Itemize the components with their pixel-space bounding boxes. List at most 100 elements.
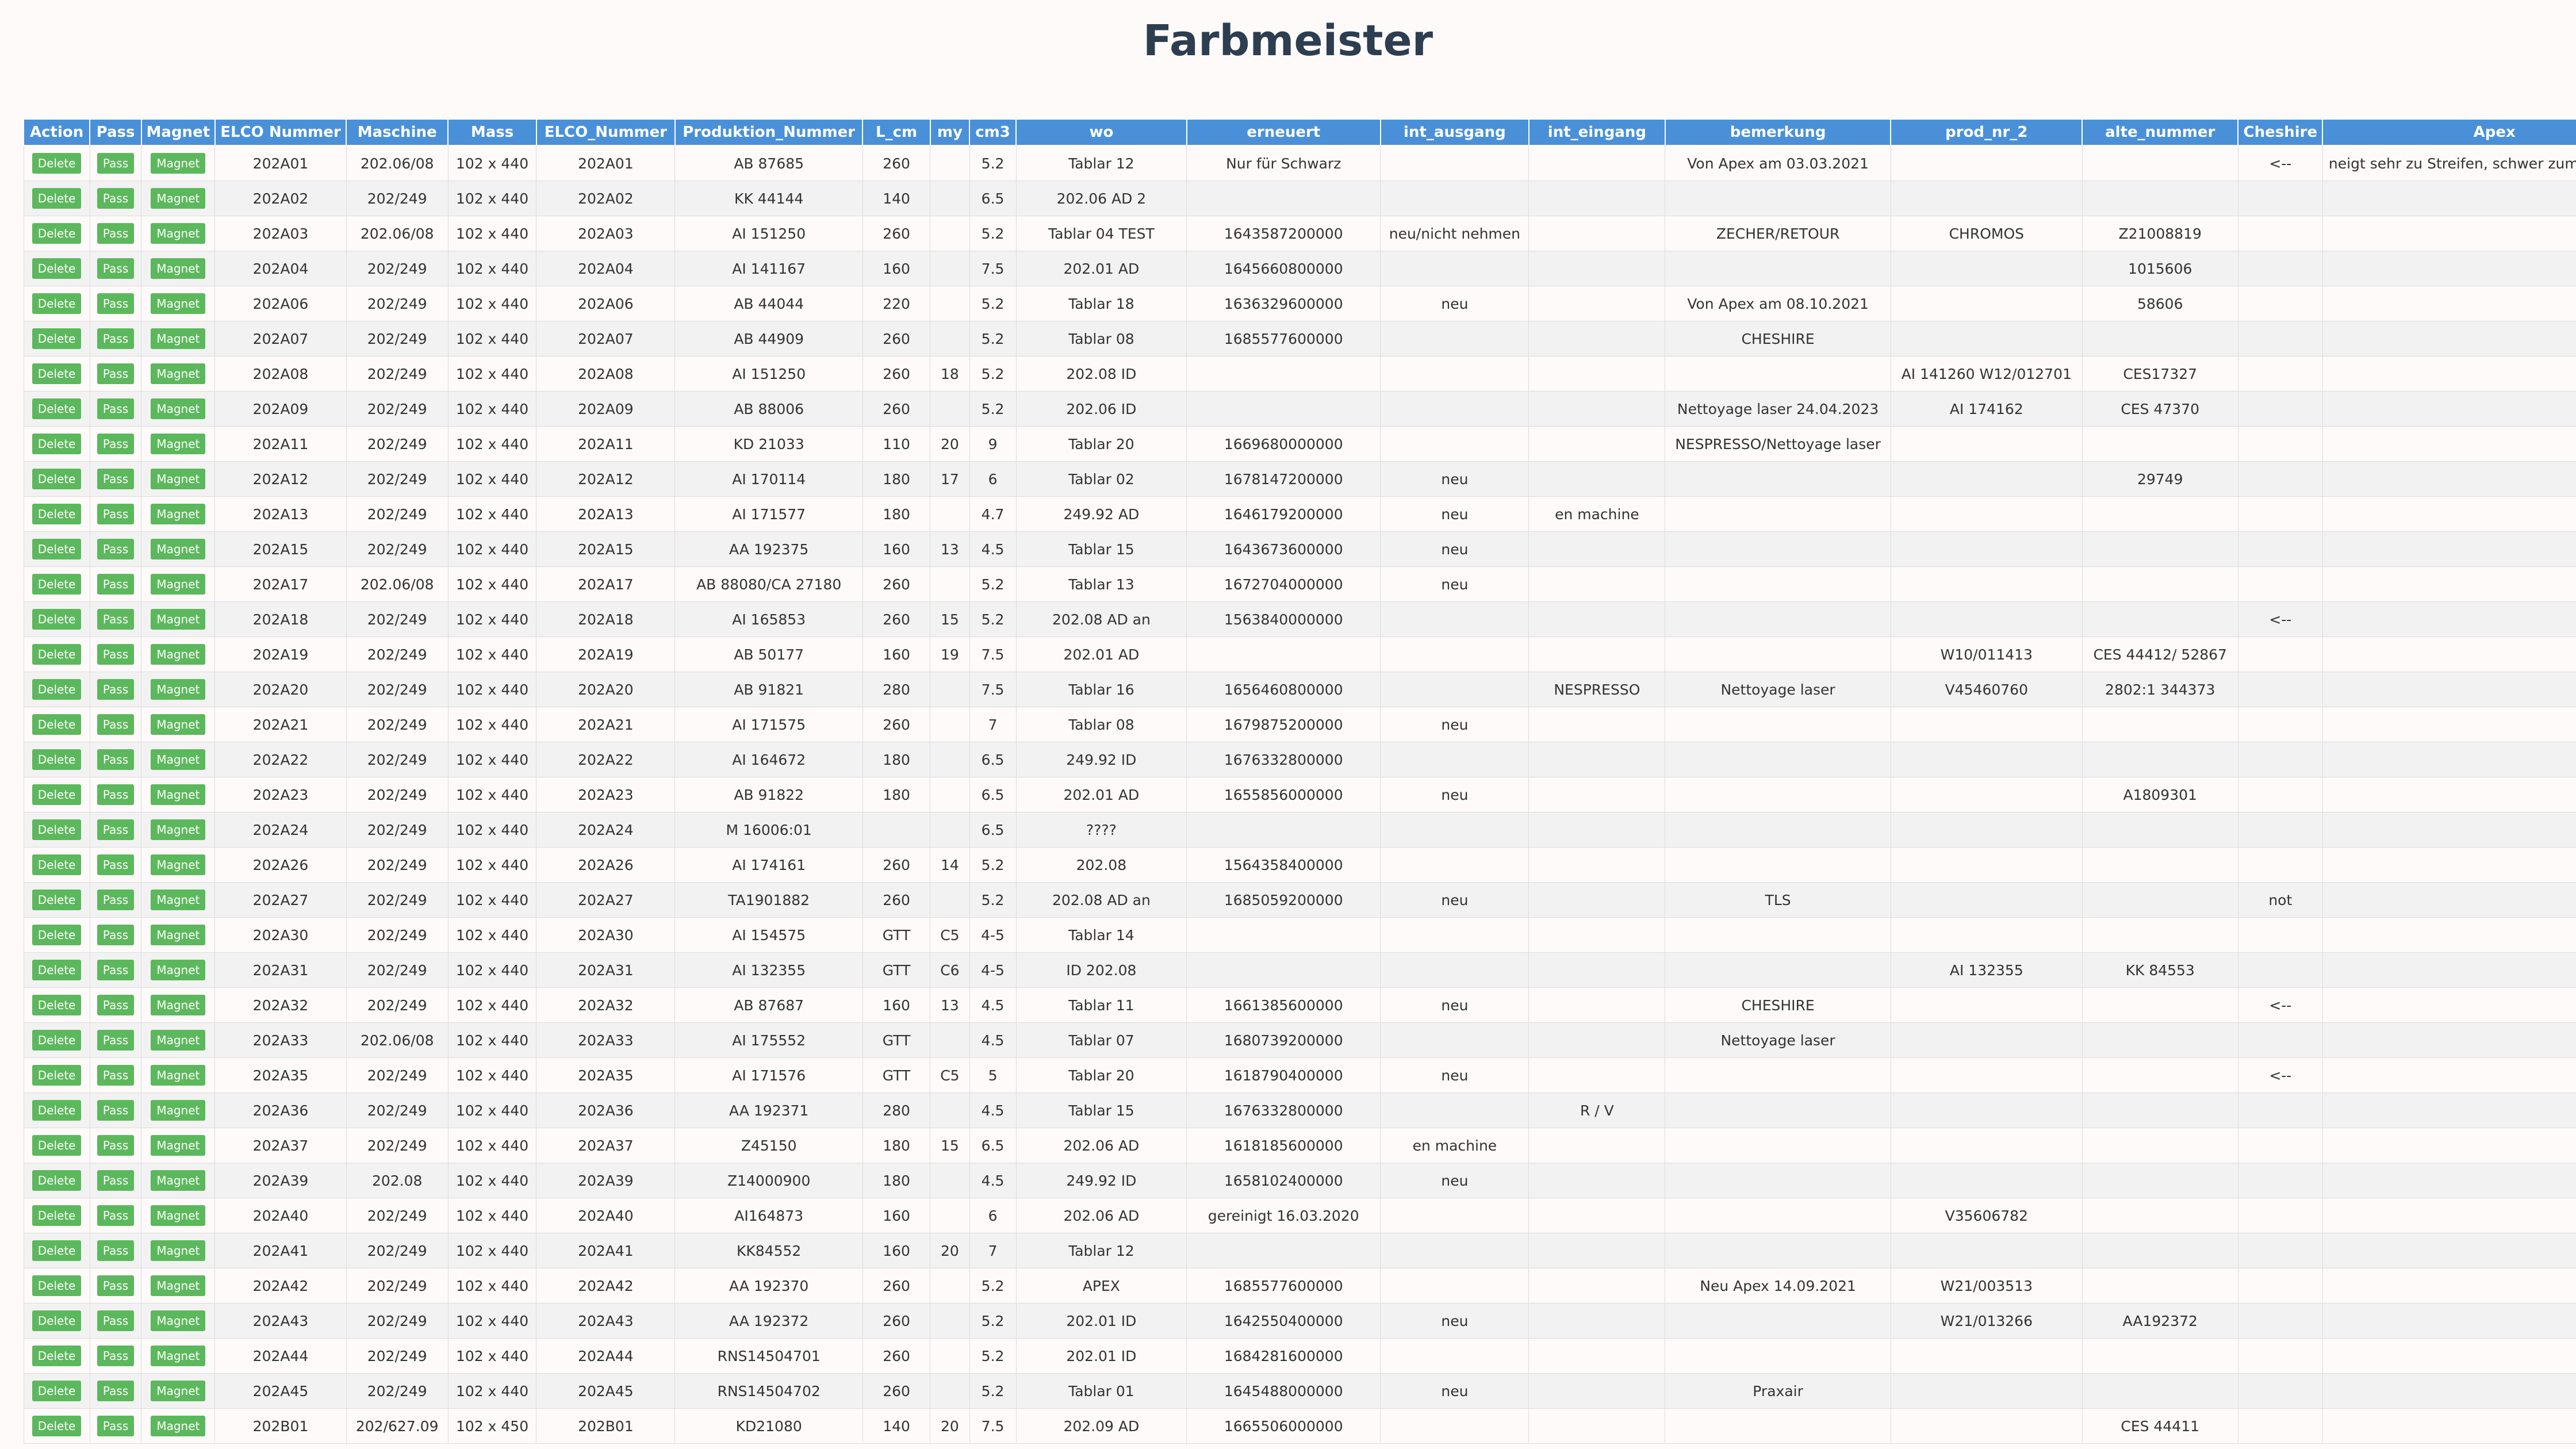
magnet-button[interactable]: Magnet <box>151 960 206 980</box>
delete-button[interactable]: Delete <box>32 784 82 805</box>
pass-button[interactable]: Pass <box>97 1065 135 1086</box>
magnet-button[interactable]: Magnet <box>151 363 206 384</box>
delete-button[interactable]: Delete <box>32 1135 82 1156</box>
pass-button[interactable]: Pass <box>97 539 135 559</box>
magnet-button[interactable]: Magnet <box>151 1310 206 1331</box>
column-header[interactable]: Apex <box>2322 118 2576 146</box>
magnet-button[interactable]: Magnet <box>151 714 206 735</box>
magnet-button[interactable]: Magnet <box>151 1416 206 1436</box>
delete-button[interactable]: Delete <box>32 1065 82 1086</box>
delete-button[interactable]: Delete <box>32 574 82 595</box>
magnet-button[interactable]: Magnet <box>151 398 206 419</box>
column-header[interactable]: int_ausgang <box>1379 118 1529 146</box>
pass-button[interactable]: Pass <box>97 1170 135 1191</box>
pass-button[interactable]: Pass <box>97 1310 135 1331</box>
delete-button[interactable]: Delete <box>32 1275 82 1296</box>
magnet-button[interactable]: Magnet <box>151 995 206 1015</box>
pass-button[interactable]: Pass <box>97 328 135 349</box>
pass-button[interactable]: Pass <box>97 574 135 595</box>
magnet-button[interactable]: Magnet <box>151 574 206 595</box>
delete-button[interactable]: Delete <box>32 539 82 559</box>
pass-button[interactable]: Pass <box>97 995 135 1015</box>
column-header[interactable]: Cheshire <box>2237 118 2324 146</box>
delete-button[interactable]: Delete <box>32 223 82 244</box>
column-header[interactable]: Pass <box>89 118 142 146</box>
pass-button[interactable]: Pass <box>97 714 135 735</box>
magnet-button[interactable]: Magnet <box>151 1205 206 1226</box>
column-header[interactable]: ELCO Nummer <box>214 118 347 146</box>
delete-button[interactable]: Delete <box>32 925 82 945</box>
magnet-button[interactable]: Magnet <box>151 504 206 524</box>
magnet-button[interactable]: Magnet <box>151 258 206 279</box>
delete-button[interactable]: Delete <box>32 644 82 665</box>
magnet-button[interactable]: Magnet <box>151 469 206 489</box>
column-header[interactable]: int_eingang <box>1528 118 1666 146</box>
delete-button[interactable]: Delete <box>32 328 82 349</box>
magnet-button[interactable]: Magnet <box>151 854 206 875</box>
magnet-button[interactable]: Magnet <box>151 223 206 244</box>
magnet-button[interactable]: Magnet <box>151 539 206 559</box>
delete-button[interactable]: Delete <box>32 1310 82 1331</box>
magnet-button[interactable]: Magnet <box>151 1346 206 1366</box>
pass-button[interactable]: Pass <box>97 1346 135 1366</box>
pass-button[interactable]: Pass <box>97 398 135 419</box>
delete-button[interactable]: Delete <box>32 714 82 735</box>
delete-button[interactable]: Delete <box>32 153 82 174</box>
pass-button[interactable]: Pass <box>97 1205 135 1226</box>
pass-button[interactable]: Pass <box>97 609 135 630</box>
delete-button[interactable]: Delete <box>32 1100 82 1121</box>
pass-button[interactable]: Pass <box>97 469 135 489</box>
delete-button[interactable]: Delete <box>32 854 82 875</box>
pass-button[interactable]: Pass <box>97 1030 135 1051</box>
pass-button[interactable]: Pass <box>97 1240 135 1261</box>
delete-button[interactable]: Delete <box>32 1346 82 1366</box>
column-header[interactable]: ELCO_Nummer <box>535 118 676 146</box>
pass-button[interactable]: Pass <box>97 1381 135 1401</box>
delete-button[interactable]: Delete <box>32 469 82 489</box>
pass-button[interactable]: Pass <box>97 1135 135 1156</box>
column-header[interactable]: Maschine <box>346 118 449 146</box>
magnet-button[interactable]: Magnet <box>151 749 206 770</box>
delete-button[interactable]: Delete <box>32 1381 82 1401</box>
magnet-button[interactable]: Magnet <box>151 434 206 454</box>
pass-button[interactable]: Pass <box>97 434 135 454</box>
delete-button[interactable]: Delete <box>32 258 82 279</box>
pass-button[interactable]: Pass <box>97 854 135 875</box>
magnet-button[interactable]: Magnet <box>151 1100 206 1121</box>
pass-button[interactable]: Pass <box>97 1100 135 1121</box>
magnet-button[interactable]: Magnet <box>151 644 206 665</box>
delete-button[interactable]: Delete <box>32 1030 82 1051</box>
pass-button[interactable]: Pass <box>97 188 135 209</box>
column-header[interactable]: wo <box>1015 118 1187 146</box>
magnet-button[interactable]: Magnet <box>151 293 206 314</box>
pass-button[interactable]: Pass <box>97 784 135 805</box>
delete-button[interactable]: Delete <box>32 1240 82 1261</box>
column-header[interactable]: alte_nummer <box>2082 118 2239 146</box>
magnet-button[interactable]: Magnet <box>151 784 206 805</box>
pass-button[interactable]: Pass <box>97 293 135 314</box>
magnet-button[interactable]: Magnet <box>151 819 206 840</box>
table-container[interactable]: Action Pass Magnet ELCO Nummer Maschine … <box>23 118 2576 1449</box>
delete-button[interactable]: Delete <box>32 819 82 840</box>
magnet-button[interactable]: Magnet <box>151 679 206 700</box>
pass-button[interactable]: Pass <box>97 644 135 665</box>
pass-button[interactable]: Pass <box>97 363 135 384</box>
pass-button[interactable]: Pass <box>97 258 135 279</box>
delete-button[interactable]: Delete <box>32 363 82 384</box>
column-header[interactable]: Magnet <box>140 118 216 146</box>
column-header[interactable]: Mass <box>447 118 537 146</box>
delete-button[interactable]: Delete <box>32 609 82 630</box>
delete-button[interactable]: Delete <box>32 1416 82 1436</box>
column-header[interactable]: erneuert <box>1186 118 1381 146</box>
magnet-button[interactable]: Magnet <box>151 1381 206 1401</box>
column-header[interactable]: Produktion_Nummer <box>674 118 864 146</box>
delete-button[interactable]: Delete <box>32 398 82 419</box>
magnet-button[interactable]: Magnet <box>151 1135 206 1156</box>
magnet-button[interactable]: Magnet <box>151 1065 206 1086</box>
delete-button[interactable]: Delete <box>32 890 82 910</box>
column-header[interactable]: cm3 <box>969 118 1017 146</box>
pass-button[interactable]: Pass <box>97 504 135 524</box>
magnet-button[interactable]: Magnet <box>151 328 206 349</box>
pass-button[interactable]: Pass <box>97 890 135 910</box>
column-header[interactable]: my <box>929 118 971 146</box>
